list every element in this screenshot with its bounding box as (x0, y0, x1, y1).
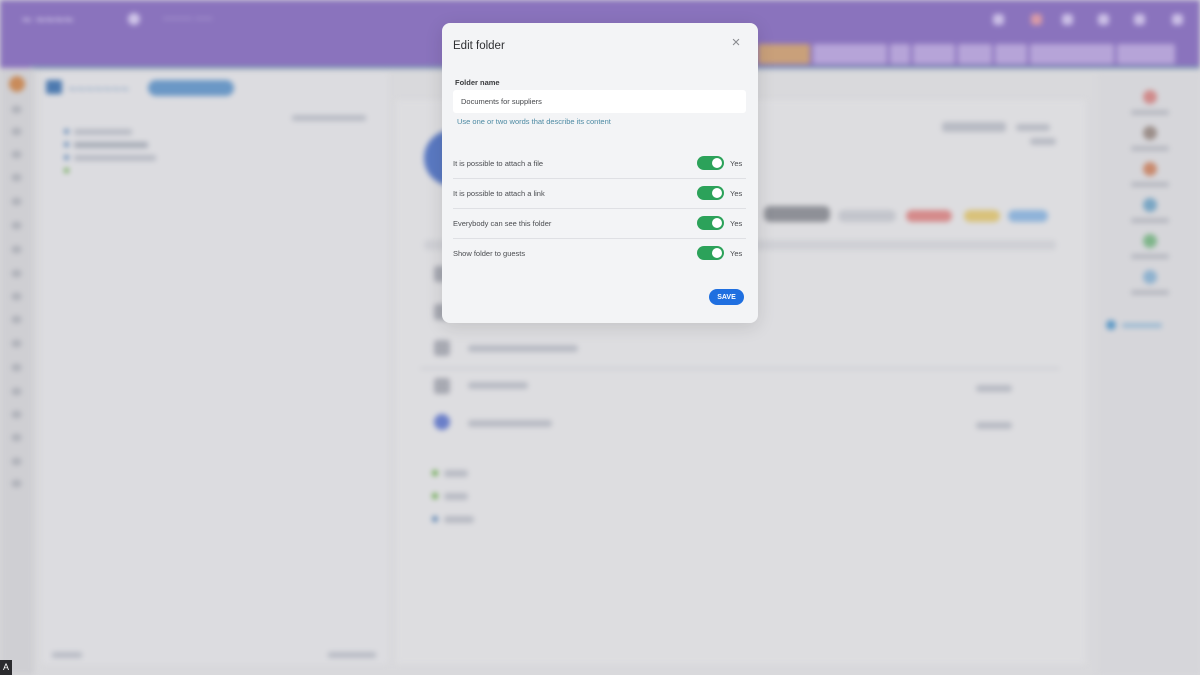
search-icon (993, 14, 1004, 25)
option-label: Show folder to guests (453, 249, 526, 258)
toggle-state: Yes (730, 219, 743, 228)
company-name: ~~~~~ ~~~ (163, 14, 213, 25)
close-icon[interactable]: × (728, 35, 744, 51)
option-visible-to-everybody: Everybody can see this folder Yes (453, 209, 746, 239)
option-attach-link: It is possible to attach a link Yes (453, 179, 746, 209)
show-to-guests-toggle[interactable] (697, 246, 724, 260)
members-panel (1098, 72, 1200, 675)
attach-link-toggle[interactable] (697, 186, 724, 200)
edit-folder-dialog: Edit folder × Folder name Use one or two… (442, 23, 758, 323)
user-avatar (9, 76, 25, 92)
dialog-title: Edit folder (453, 40, 505, 52)
option-label: Everybody can see this folder (453, 219, 552, 228)
option-label: It is possible to attach a file (453, 159, 544, 168)
projects-title: ~~~~~~~ (68, 81, 130, 98)
toggle-state: Yes (730, 249, 743, 258)
add-project-button (148, 80, 234, 96)
visible-to-everybody-toggle[interactable] (697, 216, 724, 230)
option-label: It is possible to attach a link (453, 189, 545, 198)
toggle-state: Yes (730, 159, 743, 168)
app-badge-icon: A (0, 660, 12, 675)
toggle-state: Yes (730, 189, 743, 198)
toggle-knob (712, 188, 722, 198)
projects-panel: ~~~~~~~ (42, 72, 388, 664)
toggle-knob (712, 158, 722, 168)
gear-icon (1098, 14, 1109, 25)
app-logo: ~ ~~~~ (22, 12, 74, 29)
flag-icon (46, 80, 62, 94)
company-icon (128, 13, 140, 25)
module-tabs (758, 44, 1175, 64)
folder-name-input[interactable] (453, 90, 746, 113)
share-icon (1134, 14, 1145, 25)
expand-icon (1172, 14, 1183, 25)
folder-name-label: Folder name (455, 78, 500, 87)
option-show-to-guests: Show folder to guests Yes (453, 239, 746, 269)
folder-name-hint: Use one or two words that describe its c… (457, 117, 611, 126)
attach-file-toggle[interactable] (697, 156, 724, 170)
toggle-knob (712, 248, 722, 258)
toggle-knob (712, 218, 722, 228)
save-button[interactable]: SAVE (709, 289, 744, 305)
chat-icon (1062, 14, 1073, 25)
left-rail (0, 68, 34, 675)
option-attach-file: It is possible to attach a file Yes (453, 149, 746, 179)
notification-icon (1031, 14, 1042, 25)
